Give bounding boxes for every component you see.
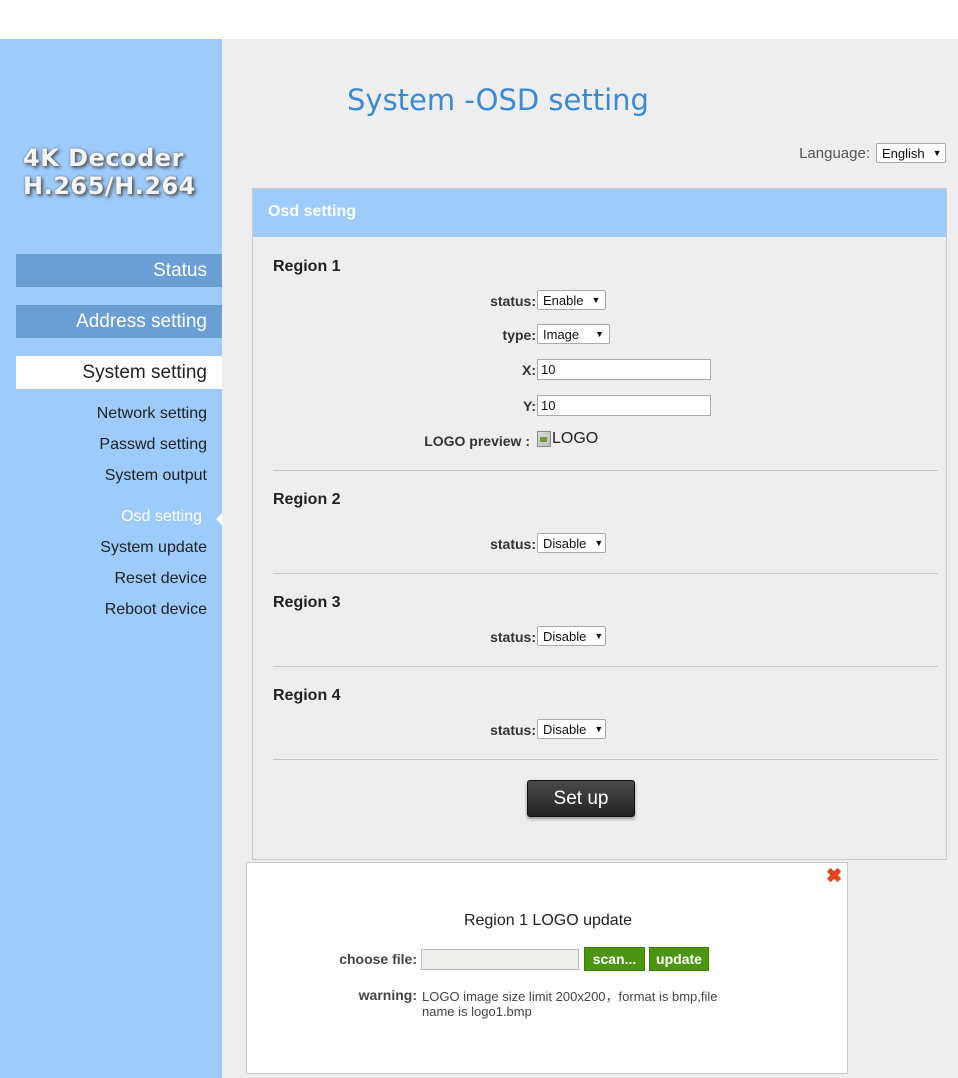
region-2-status-label: status: [490, 536, 536, 552]
region-3-status-label: status: [490, 629, 536, 645]
page-title: System -OSD setting [347, 83, 649, 117]
panel-title: Osd setting [253, 189, 946, 237]
region-1-status-select[interactable]: Enable ▼ [537, 290, 606, 310]
region-1-status-value: Enable [543, 292, 584, 308]
dialog-title: Region 1 LOGO update [463, 912, 633, 929]
language-select[interactable]: English ▼ [876, 143, 946, 163]
logo-line-1: 4K Decoder [23, 144, 184, 172]
region-4-status-select[interactable]: Disable ▼ [537, 719, 606, 739]
region-3-status-select[interactable]: Disable ▼ [537, 626, 606, 646]
region-1-title: Region 1 [273, 258, 341, 275]
chevron-down-icon: ▼ [594, 538, 604, 548]
warning-text: LOGO image size limit 200x200，format is … [422, 989, 718, 1019]
nav-system-update[interactable]: System update [100, 539, 207, 557]
sidebar: 4K Decoder H.265/H.264 Status Address se… [0, 39, 222, 1078]
nav-osd-setting[interactable]: Osd setting [121, 508, 202, 526]
logo-upload-dialog: ✖ Region 1 LOGO update choose file: scan… [246, 862, 848, 1074]
setup-button[interactable]: Set up [527, 780, 635, 817]
region-1-status-label: status: [490, 293, 536, 309]
region-1-x-label: X: [522, 362, 536, 378]
chevron-down-icon: ▼ [594, 631, 604, 641]
nav-network-setting[interactable]: Network setting [97, 405, 207, 423]
region-2-status-select[interactable]: Disable ▼ [537, 533, 606, 553]
region-3-title: Region 3 [273, 594, 341, 611]
broken-image-icon [537, 431, 551, 447]
osd-settings-panel: Osd setting Region 1 status: Enable ▼ ty… [252, 188, 947, 860]
logo-line-2: H.265/H.264 [23, 172, 196, 200]
product-logo: 4K Decoder H.265/H.264 [23, 144, 196, 200]
region-4-status-label: status: [490, 722, 536, 738]
choose-file-label: choose file: [339, 951, 417, 967]
region-1-preview-label: LOGO preview : [424, 433, 530, 449]
region-1-y-label: Y: [523, 398, 536, 414]
close-icon[interactable]: ✖ [826, 867, 842, 886]
region-divider [273, 759, 938, 760]
update-button[interactable]: update [649, 947, 709, 971]
region-1-type-label: type: [502, 327, 536, 343]
region-divider [273, 666, 938, 667]
region-divider [273, 470, 938, 471]
region-2-status-value: Disable [543, 535, 587, 551]
region-1-x-input[interactable] [537, 359, 711, 380]
language-select-value: English [882, 145, 925, 161]
nav-system-setting[interactable]: System setting [16, 356, 222, 389]
nav-system-output[interactable]: System output [105, 467, 207, 485]
warning-label: warning: [358, 987, 417, 1003]
nav-reboot-device[interactable]: Reboot device [105, 601, 207, 619]
scan-button[interactable]: scan... [584, 947, 645, 971]
chevron-down-icon: ▼ [594, 724, 604, 734]
language-selector: Language: English ▼ [799, 143, 946, 163]
chevron-down-icon: ▼ [595, 329, 604, 339]
region-1-y-input[interactable] [537, 395, 711, 416]
region-4-status-value: Disable [543, 721, 587, 737]
region-1-type-select[interactable]: Image ▼ [537, 324, 610, 344]
nav-status[interactable]: Status [16, 254, 222, 287]
language-label: Language: [799, 144, 870, 162]
region-2-title: Region 2 [273, 491, 341, 508]
region-1-type-value: Image [543, 326, 580, 342]
region-3-status-value: Disable [543, 628, 587, 644]
main-content: System -OSD setting Language: English ▼ … [222, 39, 958, 1078]
chevron-down-icon: ▼ [932, 148, 942, 158]
logo-preview-image: LOGO [537, 430, 598, 448]
logo-preview-alt: LOGO [552, 430, 599, 447]
chevron-down-icon: ▼ [591, 295, 601, 305]
nav-address-setting[interactable]: Address setting [16, 305, 222, 338]
file-path-field[interactable] [421, 949, 579, 970]
region-4-title: Region 4 [273, 687, 341, 704]
nav-reset-device[interactable]: Reset device [115, 570, 208, 588]
nav-passwd-setting[interactable]: Passwd setting [99, 436, 207, 454]
region-divider [273, 573, 938, 574]
